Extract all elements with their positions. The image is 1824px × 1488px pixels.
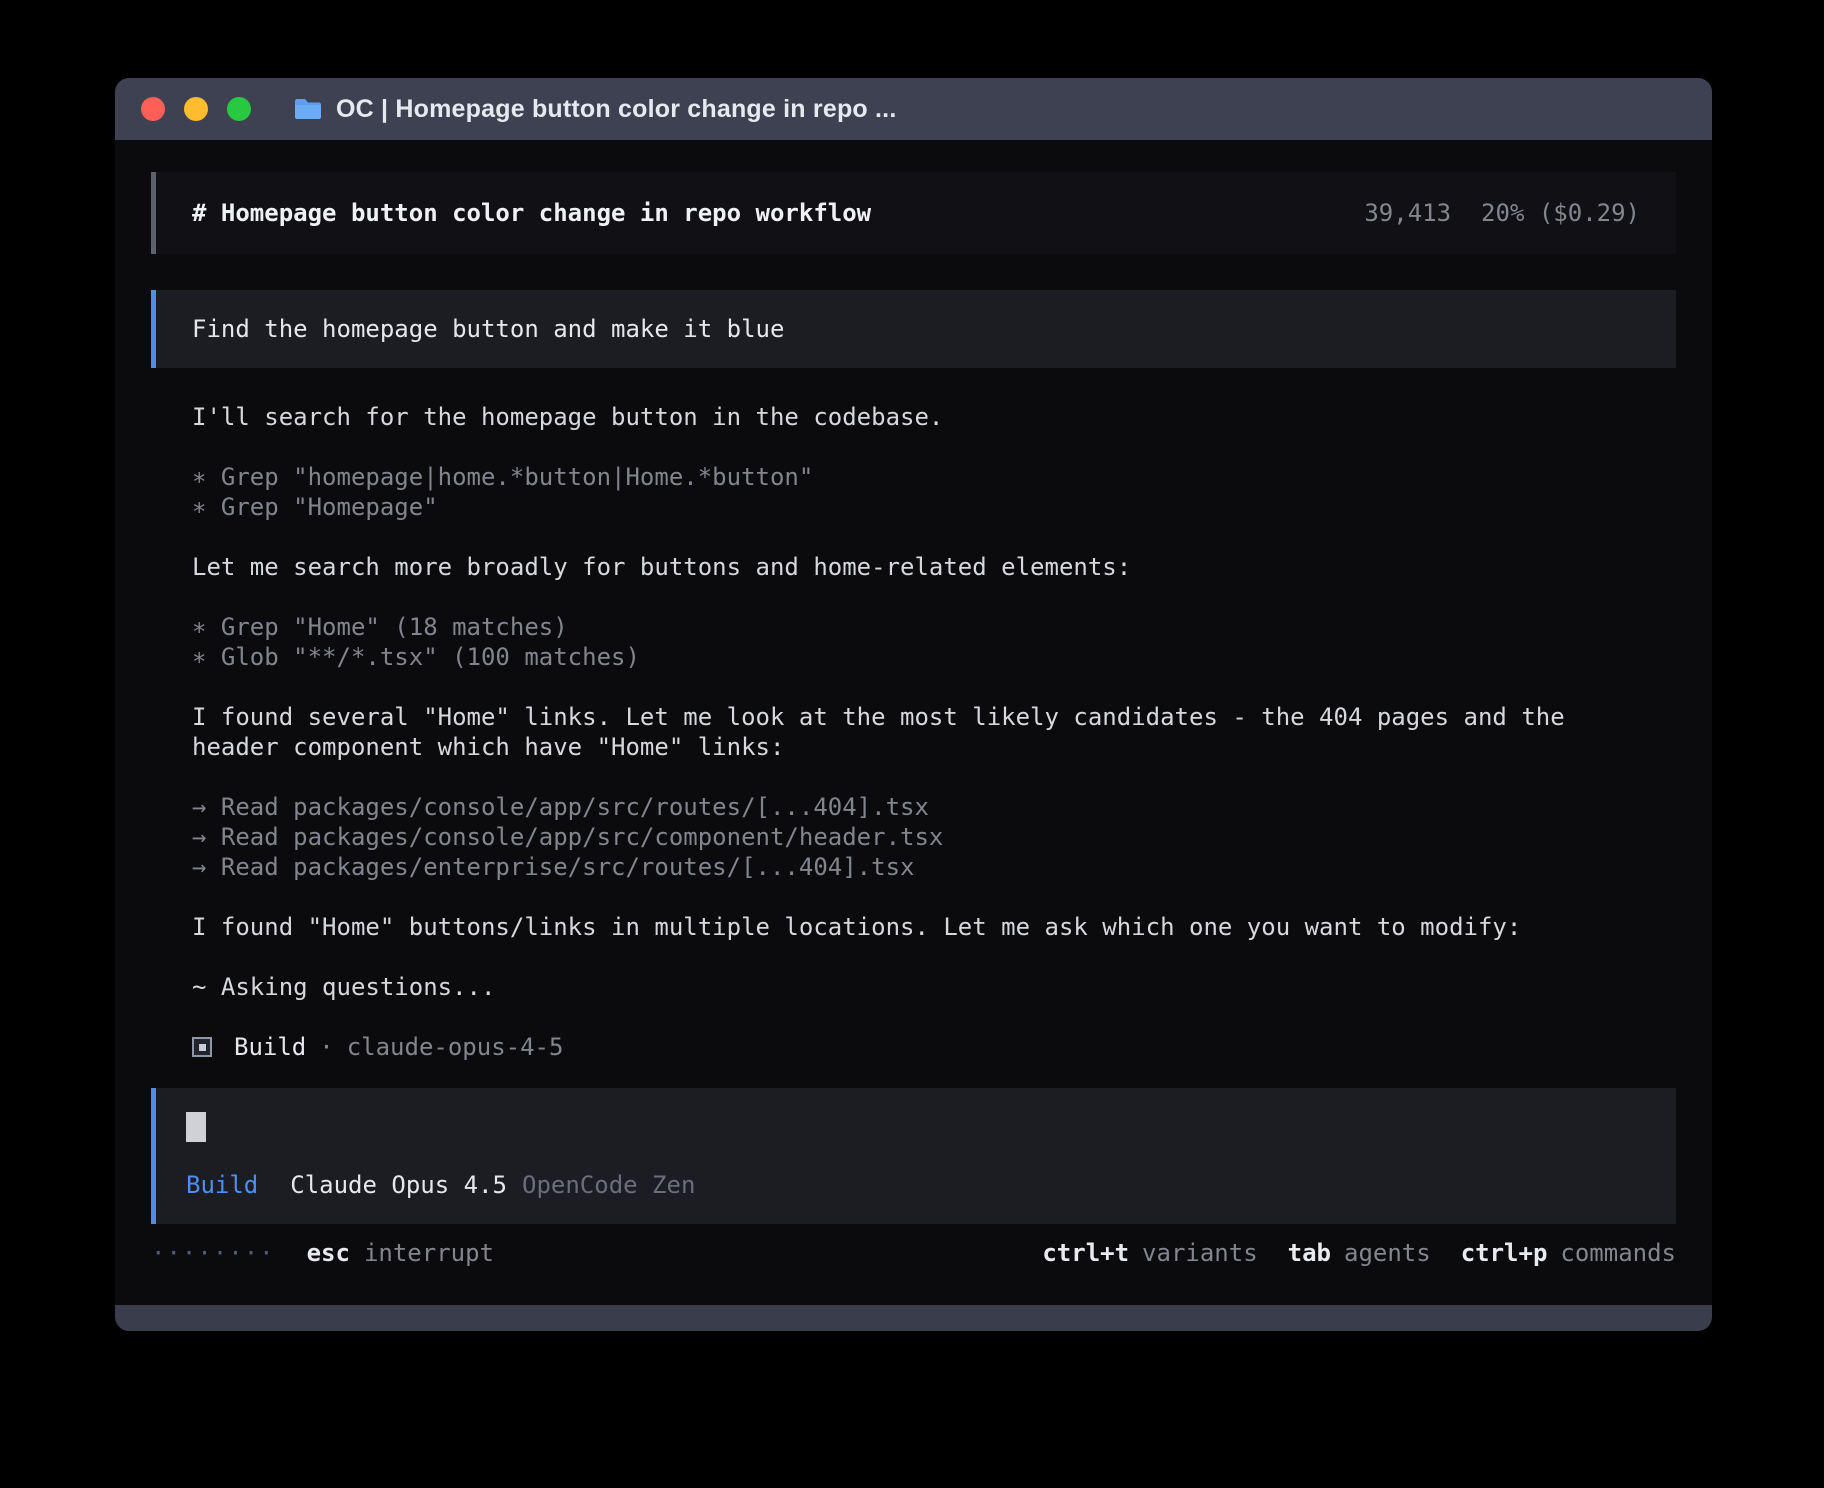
user-message-text: Find the homepage button and make it blu… [192,315,784,343]
agent-status-line: Build · claude-opus-4-5 [192,1032,1676,1062]
tool-call-grep: ∗ Grep "homepage|home.*button|Home.*butt… [192,462,1676,492]
tool-call-group: ∗ Grep "Home" (18 matches) ∗ Glob "**/*.… [151,612,1676,672]
agent-model: claude-opus-4-5 [347,1032,564,1062]
window-footer-strip [115,1305,1712,1331]
session-title: # Homepage button color change in repo w… [192,198,871,228]
hint-label: variants [1142,1238,1258,1268]
context-usage: 20% ($0.29) [1481,198,1640,228]
tool-call-read: → Read packages/enterprise/src/routes/[.… [192,852,1676,882]
titlebar: OC | Homepage button color change in rep… [115,78,1712,140]
esc-key-hint: esc [307,1238,350,1268]
tool-call-grep: ∗ Grep "Home" (18 matches) [192,612,1676,642]
status-right: ctrl+t variants tab agents ctrl+p comman… [1042,1238,1676,1268]
tool-call-read: → Read packages/console/app/src/componen… [192,822,1676,852]
agent-icon [192,1037,212,1057]
user-message: Find the homepage button and make it blu… [151,290,1676,368]
title-group: OC | Homepage button color change in rep… [293,95,896,124]
tool-call-grep: ∗ Grep "Homepage" [192,492,1676,522]
hint-key: tab [1288,1238,1331,1268]
close-button[interactable] [141,97,165,121]
tool-call-group: ∗ Grep "homepage|home.*button|Home.*butt… [151,462,1676,522]
input-line[interactable] [186,1112,1646,1142]
traffic-lights [141,97,251,121]
window-title: OC | Homepage button color change in rep… [336,95,896,124]
hint-agents: tab agents [1288,1238,1431,1268]
hint-label: commands [1560,1238,1676,1268]
folder-icon [293,97,323,121]
assistant-paragraph: Let me search more broadly for buttons a… [192,552,1612,582]
hint-variants: ctrl+t variants [1042,1238,1257,1268]
esc-key-label: interrupt [364,1238,494,1268]
hint-label: agents [1344,1238,1431,1268]
assistant-paragraph: I found "Home" buttons/links in multiple… [192,912,1612,942]
spinner-dots: ········ [151,1238,275,1268]
message-input[interactable]: Build Claude Opus 4.5 OpenCode Zen [151,1088,1676,1224]
terminal-content: # Homepage button color change in repo w… [115,140,1712,1305]
status-bar: ········ esc interrupt ctrl+t variants t… [151,1238,1676,1268]
agent-separator: · [319,1032,333,1062]
session-header: # Homepage button color change in repo w… [151,172,1676,254]
hint-key: ctrl+p [1461,1238,1548,1268]
assistant-paragraph: I'll search for the homepage button in t… [192,402,1612,432]
hint-key: ctrl+t [1042,1238,1129,1268]
model-indicator[interactable]: Claude Opus 4.5 [290,1170,507,1200]
minimize-button[interactable] [184,97,208,121]
zoom-button[interactable] [227,97,251,121]
input-footer: Build Claude Opus 4.5 OpenCode Zen [186,1170,1646,1200]
mode-indicator[interactable]: Build [186,1170,258,1200]
app-window: OC | Homepage button color change in rep… [115,78,1712,1331]
session-stats: 39,413 20% ($0.29) [1364,198,1640,228]
text-cursor [186,1112,206,1142]
agent-name: Build [234,1032,306,1062]
hint-commands: ctrl+p commands [1461,1238,1676,1268]
tool-call-group: → Read packages/console/app/src/routes/[… [151,792,1676,882]
tool-call-glob: ∗ Glob "**/*.tsx" (100 matches) [192,642,1676,672]
assistant-paragraph: I found several "Home" links. Let me loo… [192,702,1612,762]
status-left: ········ esc interrupt [151,1238,494,1268]
assistant-status-line: ~ Asking questions... [192,972,1612,1002]
tool-call-read: → Read packages/console/app/src/routes/[… [192,792,1676,822]
token-count: 39,413 [1364,198,1451,228]
provider-indicator: OpenCode Zen [522,1170,695,1200]
